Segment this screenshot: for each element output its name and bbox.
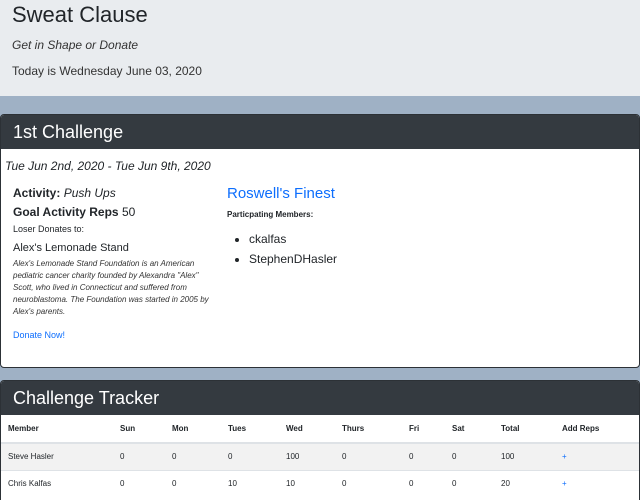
tues-cell: 10 [221,469,279,497]
jumbotron: Sweat Clause Get in Shape or Donate Toda… [0,0,640,96]
col-tues: Tues [221,415,279,444]
add-reps-button[interactable]: + [555,442,639,470]
col-sun: Sun [113,415,165,444]
member-item: ckalfas [249,229,607,249]
total-cell: 100 [494,442,555,470]
table-row: Steve Hasler 0 0 0 100 0 0 0 100 + [1,442,639,470]
add-reps-button[interactable]: + [555,469,639,497]
charity-name: Alex's Lemonade Stand [13,242,129,254]
tues-cell: 0 [221,442,279,470]
fri-cell: 0 [402,469,445,497]
sun-cell: 0 [113,442,165,470]
tracker-header: Challenge Tracker [1,381,639,415]
challenge-dates: Tue Jun 2nd, 2020 - Tue Jun 9th, 2020 [5,159,211,173]
challenge-card: 1st Challenge Tue Jun 2nd, 2020 - Tue Ju… [0,114,640,368]
activity-label: Activity: [13,186,61,200]
table-row: Chris Kalfas 0 0 10 10 0 0 0 20 + [1,469,639,497]
challenge-header: 1st Challenge [1,115,639,149]
challenge-details: Activity: Push Ups Goal Activity Reps 50… [13,185,209,343]
col-mon: Mon [165,415,221,444]
member-item: StephenDHasler [249,249,607,269]
fri-cell: 0 [402,442,445,470]
mon-cell: 0 [165,442,221,470]
mon-cell: 0 [165,469,221,497]
member-list: ckalfas StephenDHasler [227,229,607,269]
col-fri: Fri [402,415,445,444]
col-member: Member [1,415,113,444]
team-name[interactable]: Roswell's Finest [227,185,607,202]
donate-link[interactable]: Donate Now! [13,330,65,340]
today-date: Today is Wednesday June 03, 2020 [12,64,202,78]
goal-value: 50 [121,205,136,219]
total-cell: 20 [494,469,555,497]
app-tagline: Get in Shape or Donate [12,38,139,52]
team-panel: Roswell's Finest Particpating Members: c… [227,185,607,269]
activity-value: Push Ups [63,186,116,200]
activity-row: Activity: Push Ups [13,185,209,201]
goal-row: Goal Activity Reps 50 [13,204,209,220]
thurs-cell: 0 [335,442,402,470]
table-header-row: Member Sun Mon Tues Wed Thurs Fri Sat To… [1,415,639,444]
tracker-table: Member Sun Mon Tues Wed Thurs Fri Sat To… [1,415,639,497]
goal-label: Goal Activity Reps [13,205,119,219]
wed-cell: 10 [279,469,335,497]
charity-description: Alex's Lemonade Stand Foundation is an A… [13,259,209,316]
app-title: Sweat Clause [12,2,148,27]
col-thurs: Thurs [335,415,402,444]
thurs-cell: 0 [335,469,402,497]
col-add-reps: Add Reps [555,415,639,444]
sat-cell: 0 [445,442,494,470]
sat-cell: 0 [445,469,494,497]
tracker-card: Challenge Tracker Member Sun Mon Tues We… [0,380,640,500]
loser-label: Loser Donates to: [13,224,85,234]
member-cell: Steve Hasler [1,442,113,470]
member-cell: Chris Kalfas [1,469,113,497]
col-wed: Wed [279,415,335,444]
members-label: Particpating Members: [227,210,314,219]
col-total: Total [494,415,555,444]
sun-cell: 0 [113,469,165,497]
wed-cell: 100 [279,442,335,470]
col-sat: Sat [445,415,494,444]
